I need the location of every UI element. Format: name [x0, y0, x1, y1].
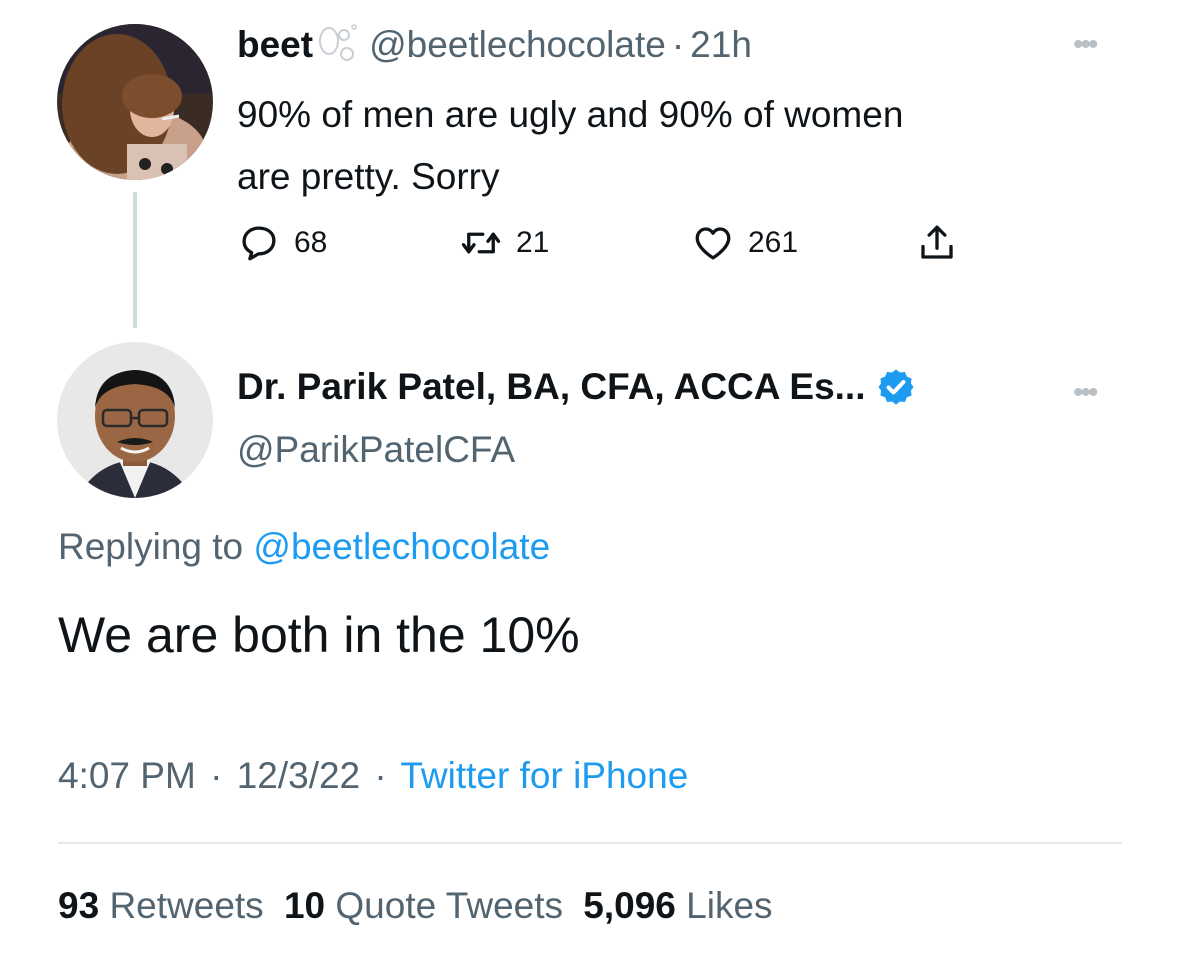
thread-connector-line	[133, 192, 137, 328]
display-name-beet[interactable]: beet	[237, 24, 313, 66]
handle-parik-patel[interactable]: @ParikPatelCFA	[237, 429, 515, 471]
likes-label: Likes	[686, 885, 773, 926]
heart-icon	[695, 227, 731, 260]
tweet-text-beet: 90% of men are ugly and 90% of women are…	[237, 84, 903, 208]
quote-tweets-stat[interactable]: 10 Quote Tweets	[284, 885, 573, 926]
reply-count: 68	[294, 226, 328, 259]
tweet-header-beet: beet @beetlechocolate · 21h	[237, 24, 752, 66]
engagement-stats: 93 Retweets 10 Quote Tweets 5,096 Likes	[58, 885, 773, 927]
tweet-date[interactable]: 12/3/22	[237, 755, 360, 796]
tweet-text-line: 90% of men are ugly and 90% of women	[237, 94, 904, 135]
verified-badge-icon	[876, 367, 916, 407]
retweet-count: 21	[516, 226, 550, 259]
retweet-action[interactable]: 21	[460, 222, 549, 264]
retweets-count: 93	[58, 885, 100, 926]
tweet-text-line: are pretty. Sorry	[237, 156, 500, 197]
header-separator: ·	[671, 24, 685, 65]
retweets-label: Retweets	[109, 885, 264, 926]
replying-to-handle[interactable]: @beetlechocolate	[253, 526, 550, 567]
more-options-icon[interactable]: •••	[1073, 30, 1098, 60]
tweet-time[interactable]: 21h	[690, 24, 752, 66]
avatar-parik-patel[interactable]	[57, 342, 213, 498]
retweet-icon	[461, 232, 501, 254]
share-action[interactable]	[916, 222, 958, 264]
quotes-count: 10	[283, 885, 326, 926]
retweets-stat[interactable]: 93 Retweets	[58, 885, 274, 926]
reply-text: We are both in the 10%	[58, 607, 580, 663]
like-action[interactable]: 261	[692, 222, 798, 264]
likes-stat[interactable]: 5,096 Likes	[583, 885, 772, 926]
quotes-label: Quote Tweets	[335, 885, 564, 926]
reply-header: Dr. Parik Patel, BA, CFA, ACCA Es...	[237, 366, 916, 408]
replying-to-label: Replying to	[58, 526, 244, 567]
tweet-meta: 4:07 PM · 12/3/22 · Twitter for iPhone	[58, 755, 688, 797]
meta-dot: ·	[210, 755, 223, 796]
display-name-parik-patel[interactable]: Dr. Parik Patel, BA, CFA, ACCA Es...	[237, 366, 866, 408]
share-icon	[921, 225, 953, 259]
bubbles-emoji-icon	[317, 24, 359, 66]
handle-beet[interactable]: @beetlechocolate	[369, 24, 666, 66]
meta-dot: ·	[374, 755, 387, 796]
tweet-timestamp[interactable]: 4:07 PM	[58, 755, 196, 796]
replying-to: Replying to @beetlechocolate	[58, 526, 550, 568]
avatar-beet[interactable]	[57, 24, 213, 180]
more-options-icon[interactable]: •••	[1073, 378, 1098, 408]
like-count: 261	[748, 226, 799, 259]
reply-icon	[242, 226, 276, 261]
reply-action[interactable]: 68	[238, 222, 327, 264]
likes-count: 5,096	[583, 885, 676, 926]
tweet-source-link[interactable]: Twitter for iPhone	[400, 755, 688, 796]
divider	[58, 842, 1122, 844]
